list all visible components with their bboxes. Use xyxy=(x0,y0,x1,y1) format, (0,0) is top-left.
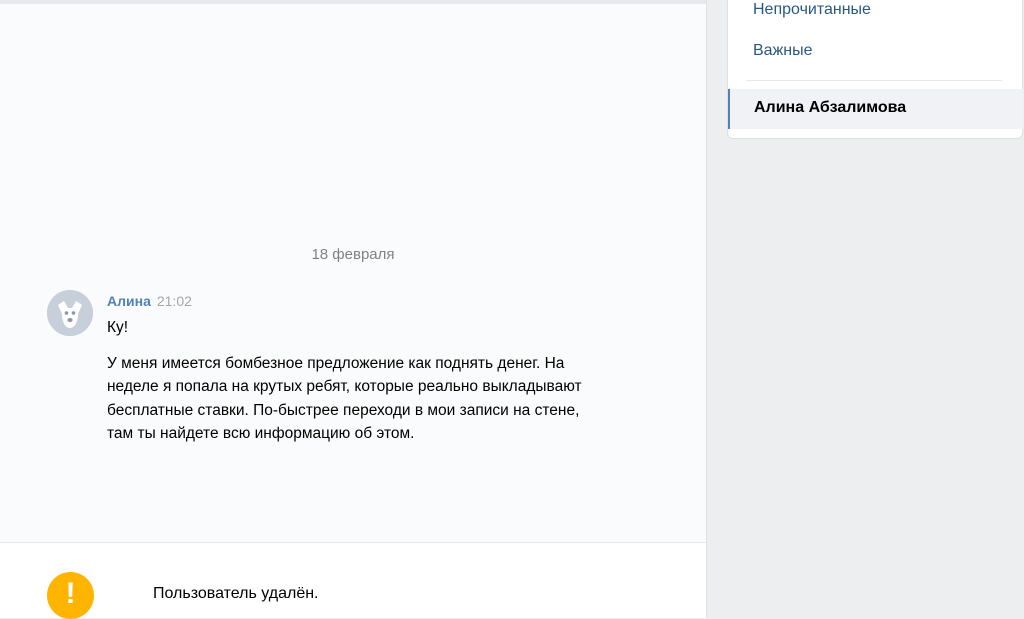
date-separator: 18 февраля xyxy=(311,246,395,263)
message-history[interactable]: 18 февраля Алина 21:02 Ку! У меня имеется… xyxy=(0,4,706,542)
message-author[interactable]: Алина xyxy=(107,293,151,309)
message-time[interactable]: 21:02 xyxy=(157,293,192,309)
chat-footer: ! Пользователь удалён. xyxy=(0,542,706,619)
message-body: Ку! У меня имеется бомбезное предложение… xyxy=(107,316,597,458)
filter-important[interactable]: Важные xyxy=(753,42,813,60)
message-text: У меня имеется бомбезное предложение как… xyxy=(107,354,582,443)
chat-panel: 18 февраля Алина 21:02 Ку! У меня имеется… xyxy=(0,0,707,619)
active-conversation-item[interactable]: Алина Абзалимова xyxy=(728,89,1023,129)
filter-unread[interactable]: Непрочитанные xyxy=(753,1,871,19)
filter-divider xyxy=(746,80,1002,81)
active-conversation-label: Алина Абзалимова xyxy=(754,99,907,116)
deactivated-dog-icon xyxy=(47,290,93,336)
warning-icon: ! xyxy=(47,572,94,619)
avatar[interactable] xyxy=(47,290,93,336)
message-greeting: Ку! xyxy=(107,319,129,336)
conversation-filters: Непрочитанные Важные Алина Абзалимова xyxy=(727,0,1023,139)
deleted-user-notice: Пользователь удалён. xyxy=(153,585,319,602)
message-header: Алина 21:02 xyxy=(107,293,192,311)
